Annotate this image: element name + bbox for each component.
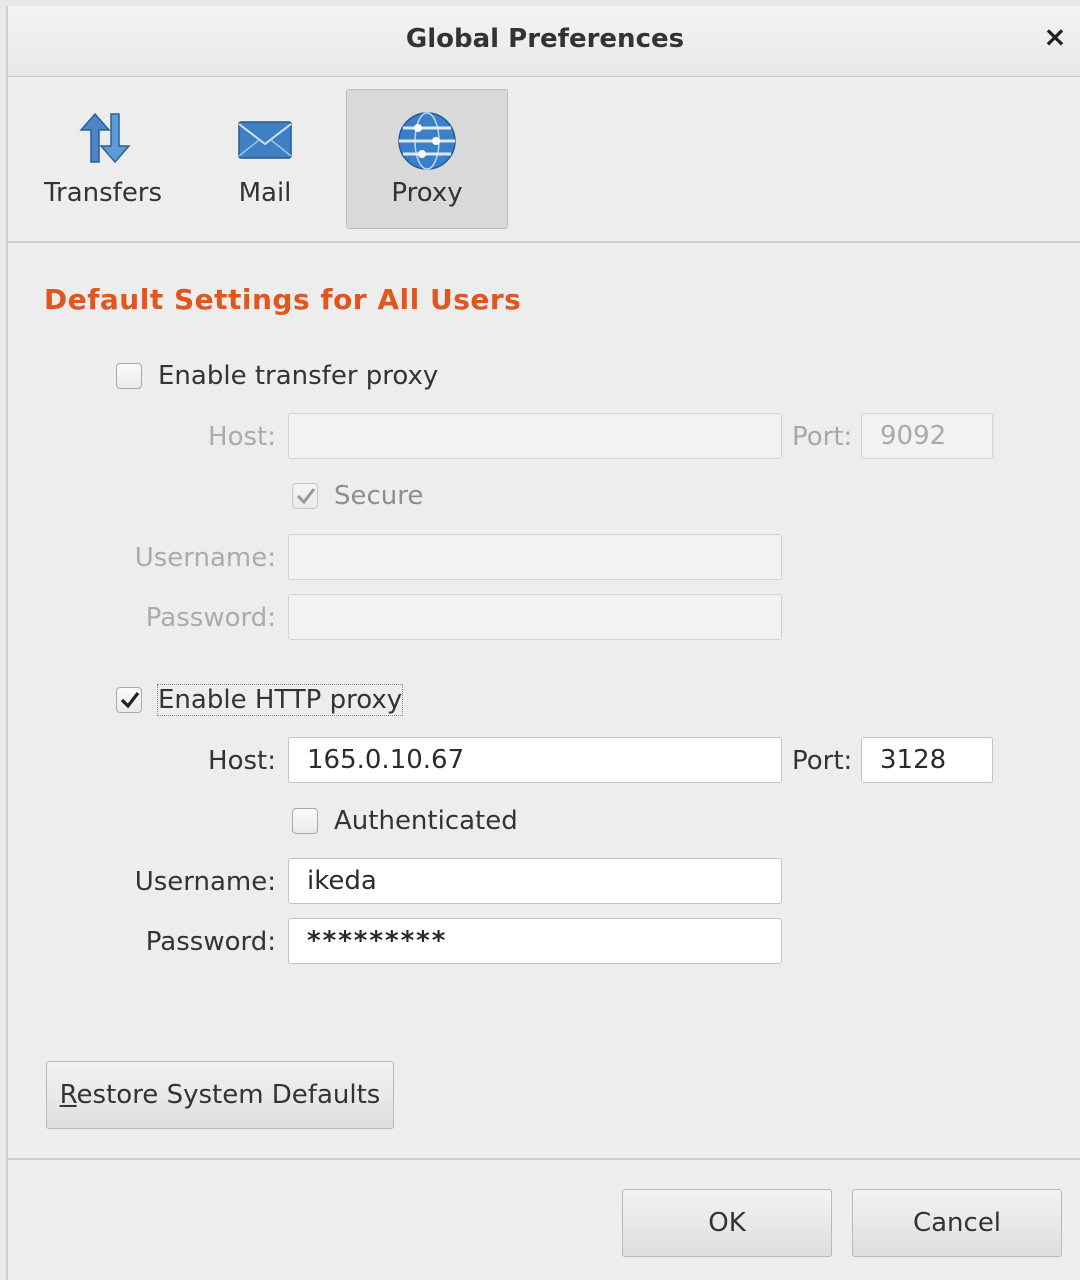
preferences-toolbar: Transfers Mail Proxy bbox=[8, 77, 1080, 243]
transfer-username-label: Username: bbox=[134, 543, 276, 573]
global-preferences-dialog: Global Preferences × Transfers Mail Prox… bbox=[6, 6, 1080, 1280]
close-icon[interactable]: × bbox=[1038, 20, 1072, 54]
enable-transfer-proxy-label: Enable transfer proxy bbox=[158, 361, 439, 391]
ok-button[interactable]: OK bbox=[622, 1189, 832, 1257]
transfer-host-label: Host: bbox=[208, 422, 276, 452]
restore-system-defaults-button[interactable]: Restore System Defaults bbox=[46, 1061, 394, 1129]
tab-proxy-label: Proxy bbox=[391, 178, 463, 208]
footer-separator bbox=[8, 1158, 1080, 1160]
envelope-icon bbox=[235, 110, 295, 170]
proxy-settings-panel: Default Settings for All Users Enable tr… bbox=[8, 243, 1080, 1163]
restore-label-rest: estore System Defaults bbox=[76, 1080, 381, 1110]
http-host-label: Host: bbox=[208, 746, 276, 776]
restore-mnemonic: R bbox=[59, 1080, 77, 1110]
tab-transfers-label: Transfers bbox=[43, 178, 163, 208]
transfer-username-input[interactable] bbox=[288, 534, 782, 580]
transfer-password-input[interactable] bbox=[288, 594, 782, 640]
secure-checkbox[interactable] bbox=[292, 483, 318, 509]
checkmark-icon bbox=[296, 488, 316, 505]
transfer-password-label: Password: bbox=[145, 603, 276, 633]
http-port-input[interactable]: 3128 bbox=[861, 737, 993, 783]
transfer-host-input[interactable] bbox=[288, 413, 782, 459]
enable-transfer-proxy-checkbox[interactable] bbox=[116, 363, 142, 389]
authenticated-label: Authenticated bbox=[334, 806, 518, 836]
titlebar: Global Preferences × bbox=[8, 6, 1080, 77]
transfer-port-input[interactable]: 9092 bbox=[861, 413, 993, 459]
secure-label: Secure bbox=[334, 481, 424, 511]
http-password-label: Password: bbox=[145, 927, 276, 957]
enable-http-proxy-label: Enable HTTP proxy bbox=[156, 684, 404, 716]
tab-mail[interactable]: Mail bbox=[184, 89, 346, 229]
http-username-label: Username: bbox=[134, 867, 276, 897]
cancel-button[interactable]: Cancel bbox=[852, 1189, 1062, 1257]
section-heading: Default Settings for All Users bbox=[44, 283, 522, 316]
http-password-input[interactable]: ********* bbox=[288, 918, 782, 964]
tab-transfers[interactable]: Transfers bbox=[22, 89, 184, 229]
http-port-label: Port: bbox=[792, 746, 853, 776]
enable-http-proxy-checkbox[interactable] bbox=[116, 687, 142, 713]
tab-mail-label: Mail bbox=[238, 178, 292, 208]
globe-network-icon bbox=[396, 110, 458, 176]
transfer-arrows-icon bbox=[73, 110, 133, 170]
authenticated-checkbox[interactable] bbox=[292, 808, 318, 834]
checkmark-icon bbox=[120, 692, 140, 709]
http-host-input[interactable]: 165.0.10.67 bbox=[288, 737, 782, 783]
tab-proxy[interactable]: Proxy bbox=[346, 89, 508, 229]
transfer-port-label: Port: bbox=[792, 422, 853, 452]
dialog-title: Global Preferences bbox=[405, 24, 685, 54]
http-username-input[interactable]: ikeda bbox=[288, 858, 782, 904]
